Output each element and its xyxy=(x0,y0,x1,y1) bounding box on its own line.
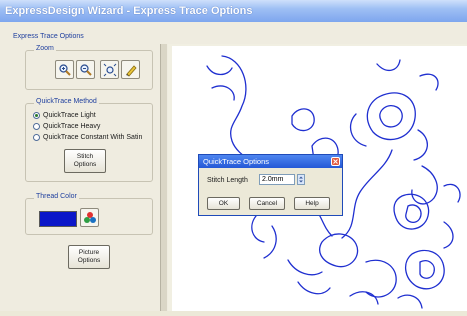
stitch-length-spinner[interactable] xyxy=(297,174,305,185)
radio-button[interactable] xyxy=(33,111,40,119)
picture-options-button[interactable]: Picture Options xyxy=(68,245,110,269)
stitch-options-label: Stitch Options xyxy=(73,153,97,168)
radio-button[interactable] xyxy=(33,133,40,141)
window-title: ExpressDesign Wizard - Express Trace Opt… xyxy=(5,5,253,17)
section-heading: Express Trace Options xyxy=(13,33,84,40)
window-title-bar: ExpressDesign Wizard - Express Trace Opt… xyxy=(0,0,467,22)
help-button[interactable]: Help xyxy=(294,197,330,210)
radio-label: QuickTrace Constant With Satin xyxy=(43,133,143,141)
stitch-length-input[interactable]: 2.0mm xyxy=(259,174,295,185)
thread-color-swatch[interactable] xyxy=(39,211,77,227)
thread-color-group: Thread Color xyxy=(25,193,153,235)
pencil-icon xyxy=(126,65,137,77)
thread-color-legend: Thread Color xyxy=(34,193,79,200)
dialog-title: QuickTrace Options xyxy=(203,157,269,166)
radio-quicktrace-light[interactable]: QuickTrace Light xyxy=(33,110,96,120)
cancel-button[interactable]: Cancel xyxy=(249,197,285,210)
pencil-button[interactable] xyxy=(121,60,140,79)
ok-button[interactable]: OK xyxy=(207,197,240,210)
dialog-close-button[interactable] xyxy=(331,157,340,166)
zoom-group: Zoom xyxy=(25,45,153,90)
radio-label: QuickTrace Light xyxy=(43,111,96,119)
stitch-length-unit: mm xyxy=(271,176,284,183)
zoom-legend: Zoom xyxy=(34,45,56,52)
color-palette-icon xyxy=(84,212,96,223)
cancel-label: Cancel xyxy=(256,199,278,207)
help-label: Help xyxy=(305,199,319,207)
zoom-in-icon xyxy=(59,64,71,76)
color-palette-button[interactable] xyxy=(80,208,99,227)
zoom-in-button[interactable] xyxy=(55,60,74,79)
zoom-fit-icon xyxy=(103,63,117,77)
spinner-arrows-icon xyxy=(299,176,303,183)
zoom-fit-button[interactable] xyxy=(100,60,119,79)
radio-label: QuickTrace Heavy xyxy=(43,122,101,130)
picture-options-label: Picture Options xyxy=(77,249,101,264)
stitch-length-label: Stitch Length xyxy=(207,177,248,184)
quicktrace-method-legend: QuickTrace Method xyxy=(34,98,99,105)
zoom-out-icon xyxy=(80,64,92,76)
stitch-length-value: 2.0 xyxy=(262,176,272,183)
quicktrace-method-group: QuickTrace Method QuickTrace Light Quick… xyxy=(25,98,153,182)
stitch-options-button[interactable]: Stitch Options xyxy=(64,149,106,173)
radio-quicktrace-heavy[interactable]: QuickTrace Heavy xyxy=(33,121,100,131)
radio-quicktrace-constant-with-satin[interactable]: QuickTrace Constant With Satin xyxy=(33,132,142,142)
close-icon xyxy=(333,159,338,164)
dialog-title-bar: QuickTrace Options xyxy=(199,155,342,168)
panel-separator xyxy=(160,44,167,311)
quicktrace-options-dialog: QuickTrace Options Stitch Length 2.0mm O… xyxy=(198,154,343,216)
radio-button[interactable] xyxy=(33,122,40,130)
zoom-out-button[interactable] xyxy=(76,60,95,79)
ok-label: OK xyxy=(218,199,229,207)
